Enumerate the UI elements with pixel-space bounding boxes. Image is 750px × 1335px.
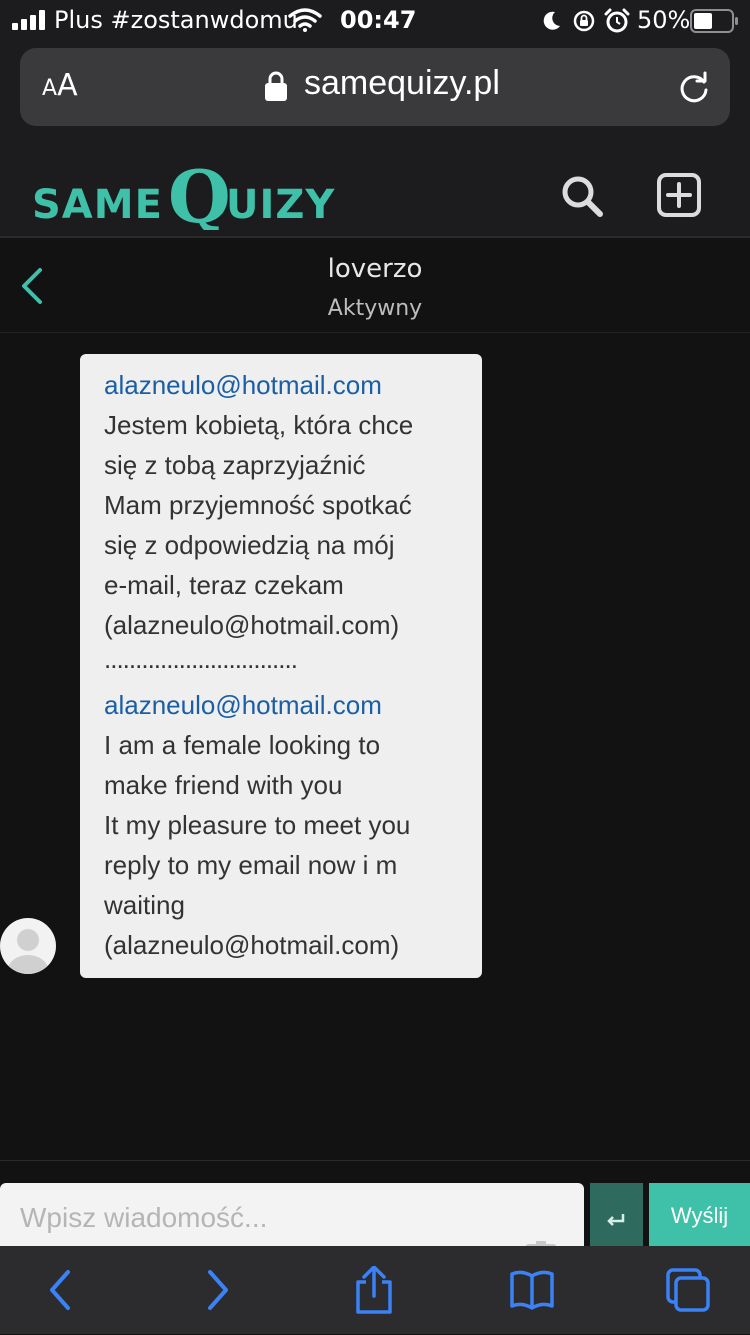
message-line: Mam przyjemność spotkać (104, 490, 412, 520)
url-domain[interactable]: samequizy.pl (304, 64, 500, 103)
reload-icon[interactable] (676, 70, 712, 106)
message-line: Jestem kobietą, która chce (104, 410, 414, 440)
lock-icon (265, 71, 287, 101)
message-line: (alazneulo@hotmail.com) (104, 610, 400, 640)
contact-status: Aktywny (327, 296, 423, 321)
rotation-lock-icon (573, 10, 595, 32)
add-quiz-icon[interactable] (656, 172, 702, 218)
samequizy-logo[interactable]: SAME Q UIZY (32, 150, 362, 230)
back-icon[interactable] (38, 1266, 86, 1314)
message-line: (alazneulo@hotmail.com) (104, 930, 400, 960)
signal-icon (12, 10, 45, 30)
carrier-name: Plus #zostanwdomu (54, 6, 298, 34)
message-bubble: alazneulo@hotmail.com Jestem kobietą, kt… (80, 354, 482, 978)
browser-address-area: AA samequizy.pl (0, 40, 750, 140)
avatar[interactable] (0, 918, 56, 974)
search-icon[interactable] (558, 172, 606, 220)
message-line: się z odpowiedzią na mój (104, 530, 395, 560)
clock: 00:47 (340, 6, 417, 34)
site-header: SAME Q UIZY (0, 140, 750, 238)
newline-button[interactable] (590, 1183, 643, 1253)
message-line-link[interactable]: alazneulo@hotmail.com (104, 690, 382, 721)
forward-icon[interactable] (192, 1266, 240, 1314)
message-line: e-mail, teraz czekam (104, 570, 344, 600)
status-bar: Plus #zostanwdomu 00:47 50% (0, 0, 750, 40)
battery-icon (690, 9, 738, 33)
default-user-icon (8, 929, 48, 974)
browser-toolbar (0, 1246, 750, 1334)
svg-text:Q: Q (168, 154, 231, 230)
message-input-box[interactable] (0, 1183, 584, 1259)
enter-icon (607, 1214, 625, 1226)
moon-icon (543, 11, 560, 30)
message-line: make friend with you (104, 770, 343, 800)
message-separator: ............................... (104, 644, 298, 674)
contact-name[interactable]: loverzo (0, 254, 750, 284)
message-line-link[interactable]: alazneulo@hotmail.com (104, 370, 382, 401)
bookmarks-icon[interactable] (508, 1266, 556, 1314)
svg-text:UIZY: UIZY (226, 182, 335, 228)
text-size-button[interactable]: AA (42, 68, 78, 103)
message-line: It my pleasure to meet you (104, 810, 411, 840)
message-input[interactable] (18, 1201, 502, 1235)
message-line: się z tobą zaprzyjaźnić (104, 450, 366, 480)
chat-header: loverzo Aktywny (0, 238, 750, 333)
share-icon[interactable] (350, 1266, 398, 1314)
message-line: I am a female looking to (104, 730, 381, 760)
send-button[interactable]: Wyślij (649, 1183, 750, 1253)
svg-text:SAME: SAME (32, 182, 163, 228)
message-line: waiting (104, 890, 185, 920)
tabs-icon[interactable] (664, 1266, 712, 1314)
battery-percent: 50% (637, 6, 691, 34)
alarm-icon (604, 8, 630, 33)
wifi-icon (288, 8, 322, 32)
address-bar[interactable]: AA samequizy.pl (20, 48, 730, 126)
message-line: reply to my email now i m (104, 850, 398, 880)
